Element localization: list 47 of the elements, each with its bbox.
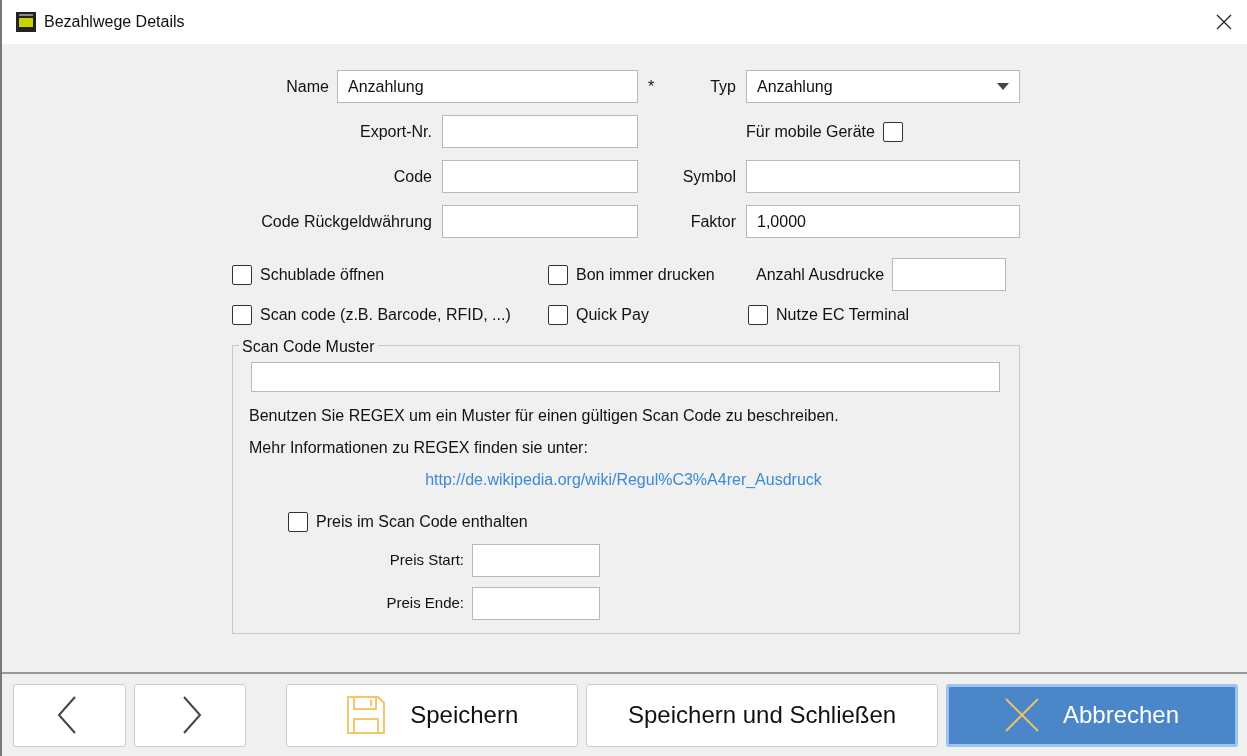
field-label: Typ xyxy=(710,76,736,97)
window-title: Bezahlwege Details xyxy=(44,12,185,32)
field-label: Code Rückgeldwährung xyxy=(260,211,432,232)
save-and-close-button[interactable]: Speichern und Schließen xyxy=(586,683,938,747)
checkbox-label: Für mobile Geräte xyxy=(746,121,875,142)
checkbox-label: Preis im Scan Code enthalten xyxy=(316,512,528,532)
input-field[interactable]: 1,0000 xyxy=(746,205,1020,238)
field-label: Anzahl Ausdrucke xyxy=(756,264,885,285)
checkbox[interactable] xyxy=(548,264,568,285)
input-field[interactable]: Anzahlung xyxy=(337,70,638,103)
checkbox[interactable] xyxy=(288,512,308,532)
save-button[interactable]: Speichern xyxy=(286,683,579,747)
checkbox-label: Quick Pay xyxy=(576,304,649,325)
field-label: Preis Ende: xyxy=(385,593,464,614)
field-label: Symbol xyxy=(681,166,736,187)
field-label: Faktor xyxy=(689,211,736,232)
field-label: Name xyxy=(286,76,329,97)
help-text: Mehr Informationen zu REGEX finden sie unter: xyxy=(249,438,588,458)
checkbox[interactable] xyxy=(548,304,568,325)
input-field[interactable] xyxy=(472,587,600,620)
caret-icon xyxy=(997,83,1009,90)
field-label: Preis Start: xyxy=(388,550,464,571)
checkbox-label: Bon immer drucken xyxy=(576,264,715,285)
required-mark: * xyxy=(648,76,655,97)
checkbox-label: Nutze EC Terminal xyxy=(776,304,910,325)
next-button[interactable] xyxy=(133,683,247,747)
checkbox[interactable] xyxy=(232,264,252,285)
input-field[interactable] xyxy=(472,544,600,577)
field-label: Code xyxy=(392,166,432,187)
field-label: Export-Nr. xyxy=(359,121,432,142)
checkbox[interactable] xyxy=(232,304,252,325)
input-field[interactable] xyxy=(892,258,1007,291)
cancel-button[interactable]: Abbrechen xyxy=(946,683,1238,747)
checkbox-label: Scan code (z.B. Barcode, RFID, ...) xyxy=(260,304,511,325)
previous-button[interactable] xyxy=(13,683,126,747)
input-field[interactable] xyxy=(442,205,638,238)
input-field[interactable] xyxy=(442,115,638,148)
checkbox-label: Schublade öffnen xyxy=(260,264,385,285)
pattern-field[interactable] xyxy=(251,362,1000,392)
help-text: Benutzen Sie REGEX um ein Muster für einen gültigen Scan Code zu beschreiben. xyxy=(249,406,839,426)
type-dropdown[interactable]: Anzahlung xyxy=(746,70,1020,103)
app-logo-icon xyxy=(16,12,36,32)
checkbox[interactable] xyxy=(748,304,768,325)
input-field[interactable] xyxy=(746,160,1020,193)
checkbox[interactable] xyxy=(882,121,903,142)
close-icon xyxy=(1004,698,1039,732)
input-field[interactable] xyxy=(442,160,638,193)
